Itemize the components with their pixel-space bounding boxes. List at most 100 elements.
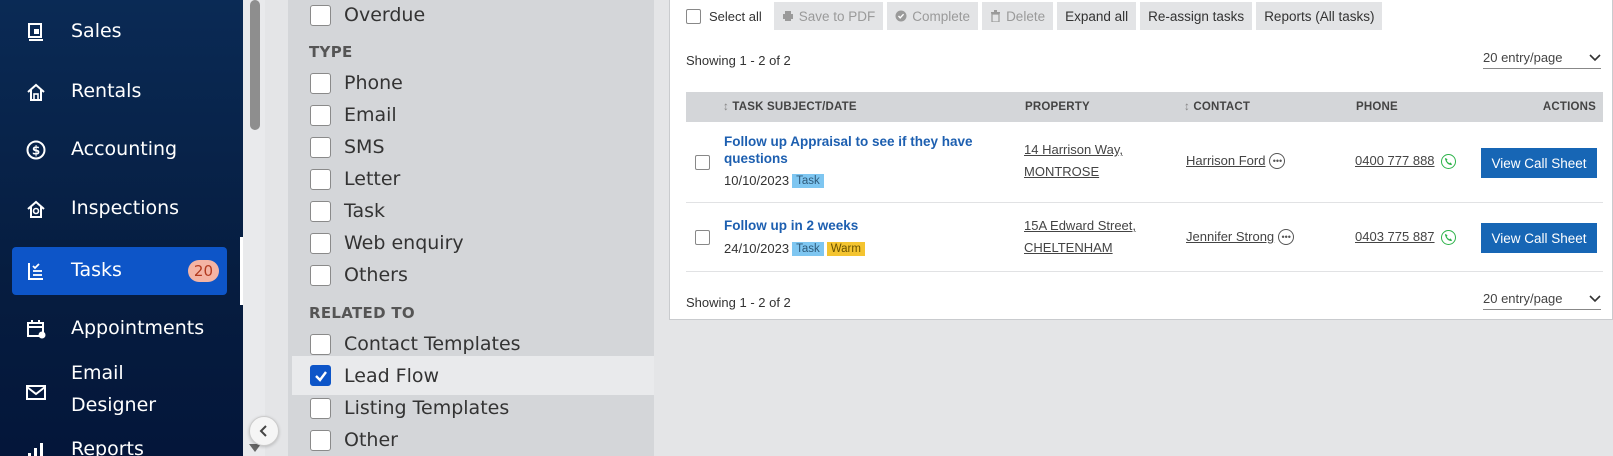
sidebar-item-sales[interactable]: Sales <box>0 8 243 56</box>
checkbox[interactable] <box>310 232 331 254</box>
printer-icon <box>782 11 793 21</box>
filter-label: Overdue <box>344 4 426 26</box>
trash-icon <box>991 10 1001 22</box>
showing-count-top: Showing 1 - 2 of 2 <box>686 53 791 68</box>
checkbox[interactable] <box>310 200 331 222</box>
filter-option-email[interactable]: Email <box>292 99 652 131</box>
sort-icon: ↕ <box>1184 101 1190 113</box>
sidebar-item-label: Rentals <box>71 80 142 102</box>
more-options-icon[interactable]: ••• <box>1278 229 1295 245</box>
reassign-tasks-button[interactable]: Re-assign tasks <box>1140 2 1253 30</box>
phone-call-icon[interactable] <box>1440 229 1456 245</box>
column-header-subject[interactable]: ↕ TASK SUBJECT/DATE <box>723 101 857 113</box>
sidebar-item-inspections[interactable]: Inspections <box>0 185 243 233</box>
filter-option-task[interactable]: Task <box>292 195 652 227</box>
bar-chart-icon <box>24 440 48 456</box>
sidebar: Sales Rentals $ Accounting Inspections T… <box>0 0 243 456</box>
checkbox[interactable] <box>310 397 331 419</box>
table-row: Follow up Appraisal to see if they have … <box>686 122 1603 203</box>
filter-label: Task <box>344 200 386 222</box>
calendar-icon <box>24 317 48 341</box>
property-link[interactable]: 15A Edward Street, CHELTENHAM <box>1024 215 1136 259</box>
contact-link[interactable]: Jennifer Strong <box>1186 226 1274 248</box>
sidebar-item-label: Accounting <box>71 138 178 160</box>
filter-option-overdue[interactable]: Overdue <box>292 0 652 31</box>
filter-label: Contact Templates <box>344 333 521 355</box>
sidebar-item-label: Email <box>71 362 124 384</box>
filter-option-letter[interactable]: Letter <box>292 163 652 195</box>
filter-option-others[interactable]: Others <box>292 259 652 291</box>
checkbox[interactable] <box>310 136 331 158</box>
task-date: 24/10/2023 <box>724 241 790 256</box>
filter-option-other[interactable]: Other <box>292 424 652 456</box>
related-to-section-heading: RELATED TO <box>309 304 415 322</box>
filter-option-phone[interactable]: Phone <box>292 67 652 99</box>
phone-call-icon[interactable] <box>1440 153 1456 169</box>
header-label: CONTACT <box>1193 101 1251 113</box>
more-options-icon[interactable]: ••• <box>1269 153 1286 169</box>
view-call-sheet-button[interactable]: View Call Sheet <box>1481 223 1597 253</box>
task-date: 10/10/2023 <box>724 173 790 188</box>
filter-label: Web enquiry <box>344 232 464 254</box>
scrollbar-thumb[interactable] <box>250 0 260 130</box>
sidebar-item-email-designer[interactable]: Email Designer <box>0 360 243 422</box>
property-line1: 15A Edward Street, <box>1024 218 1137 233</box>
checkbox[interactable] <box>310 333 331 355</box>
header-label: TASK SUBJECT/DATE <box>732 101 857 113</box>
checkbox[interactable] <box>310 72 331 94</box>
sidebar-item-label: Reports <box>71 438 144 456</box>
complete-button[interactable]: Complete <box>887 2 979 30</box>
checkbox[interactable] <box>310 264 331 286</box>
save-to-pdf-button[interactable]: Save to PDF <box>773 2 884 30</box>
reports-all-tasks-button[interactable]: Reports (All tasks) <box>1256 2 1383 30</box>
sidebar-item-rentals[interactable]: Rentals <box>0 68 243 116</box>
table-header: ↕ TASK SUBJECT/DATE PROPERTY ↕ CONTACT P… <box>686 92 1603 122</box>
column-header-actions: ACTIONS <box>1542 101 1596 113</box>
checkbox[interactable] <box>310 104 331 126</box>
task-subject-link[interactable]: Follow up in 2 weeks <box>724 217 1004 234</box>
contact-link[interactable]: Harrison Ford <box>1186 150 1265 172</box>
filter-option-sms[interactable]: SMS <box>292 131 652 163</box>
view-call-sheet-button[interactable]: View Call Sheet <box>1481 148 1597 178</box>
row-checkbox[interactable] <box>695 230 710 245</box>
filter-option-listing-templates[interactable]: Listing Templates <box>292 392 652 424</box>
checkbox[interactable] <box>310 168 331 190</box>
filter-label: Others <box>344 264 408 286</box>
property-link[interactable]: 14 Harrison Way, MONTROSE <box>1024 139 1123 183</box>
property-line2: MONTROSE <box>1024 164 1100 179</box>
select-all-checkbox[interactable] <box>686 8 701 24</box>
home-icon <box>24 80 48 104</box>
tasks-count-badge: 20 <box>187 260 219 282</box>
checkbox[interactable] <box>310 4 331 26</box>
sidebar-item-appointments[interactable]: Appointments <box>0 305 243 353</box>
entries-per-page-select-bottom[interactable]: 20 entry/page <box>1483 291 1601 310</box>
phone-link[interactable]: 0403 775 887 <box>1355 226 1435 248</box>
expand-all-button[interactable]: Expand all <box>1057 2 1137 30</box>
delete-button[interactable]: Delete <box>982 2 1054 30</box>
column-header-property: PROPERTY <box>1025 101 1090 113</box>
sidebar-item-tasks[interactable]: Tasks 20 <box>12 247 227 295</box>
sidebar-item-label: Tasks <box>71 259 122 281</box>
filter-option-lead-flow[interactable]: Lead Flow <box>292 356 654 395</box>
checkbox[interactable] <box>310 429 331 451</box>
table-row: Follow up in 2 weeks 24/10/2023 Task War… <box>686 204 1603 272</box>
sidebar-item-reports[interactable]: Reports <box>0 434 243 456</box>
chevron-down-icon <box>1589 53 1601 61</box>
select-all[interactable]: Select all <box>686 8 770 24</box>
row-checkbox[interactable] <box>695 155 710 170</box>
mail-icon <box>24 380 48 404</box>
sidebar-item-accounting[interactable]: $ Accounting <box>0 126 243 174</box>
collapse-sidebar-button[interactable] <box>249 416 279 446</box>
checkbox-checked[interactable] <box>310 365 331 386</box>
filter-label: Phone <box>344 72 403 94</box>
tag-warm: Warm <box>826 241 865 256</box>
phone-link[interactable]: 0400 777 888 <box>1355 150 1435 172</box>
column-header-contact[interactable]: ↕ CONTACT <box>1184 101 1250 113</box>
filter-option-web-enquiry[interactable]: Web enquiry <box>292 227 652 259</box>
task-subject-link[interactable]: Follow up Appraisal to see if they have … <box>724 133 1004 167</box>
sidebar-item-label: Appointments <box>71 317 205 339</box>
sidebar-item-label: Sales <box>71 20 122 42</box>
entries-per-page-select-top[interactable]: 20 entry/page <box>1483 50 1601 69</box>
chevron-down-icon <box>1589 294 1601 302</box>
filter-label: Listing Templates <box>344 397 510 419</box>
